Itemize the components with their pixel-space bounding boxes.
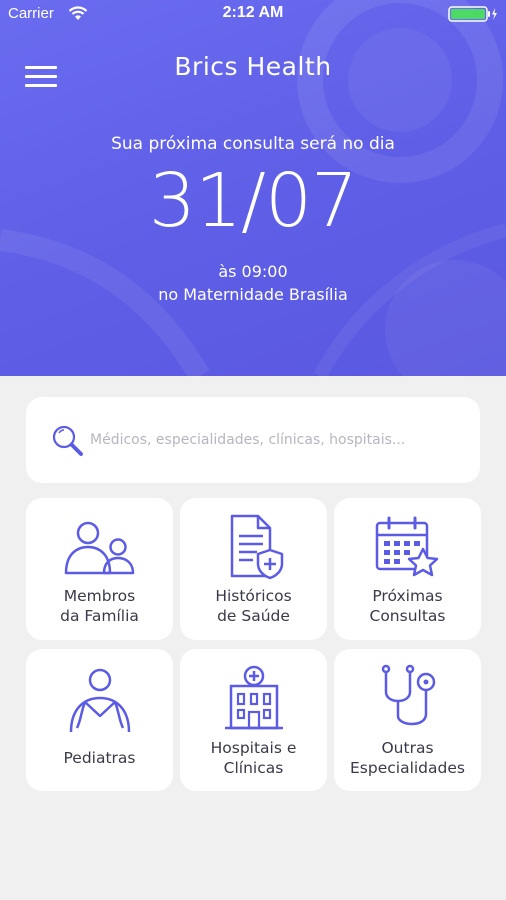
- app-title: Brics Health: [174, 52, 332, 81]
- next-appointment-place: no Maternidade Brasília: [158, 285, 348, 304]
- search-input[interactable]: [90, 425, 465, 455]
- family-icon: [64, 521, 134, 575]
- search-icon: [52, 425, 83, 456]
- tile-upcoming-appointments[interactable]: Próximas Consultas: [334, 498, 481, 640]
- tile-label: Membros da Família: [60, 587, 139, 625]
- tile-label: Outras Especialidades: [350, 739, 465, 777]
- pediatrician-icon: [69, 668, 130, 733]
- status-bar: Carrier 2:12 AM: [0, 0, 506, 28]
- clock: 2:12 AM: [222, 4, 284, 21]
- tile-other-specialties[interactable]: Outras Especialidades: [334, 649, 481, 791]
- battery-icon: [448, 6, 497, 22]
- health-records-icon: [230, 514, 283, 580]
- stethoscope-icon: [381, 664, 435, 726]
- appointment-banner: Carrier 2:12 AM Brics Health Sua próxima…: [0, 0, 506, 376]
- tile-label: Próximas Consultas: [369, 587, 446, 625]
- tile-hospitals-clinics[interactable]: Hospitais e Clínicas: [180, 649, 327, 791]
- next-appointment-time: às 09:00: [218, 262, 288, 281]
- tile-pediatricians[interactable]: Pediatras: [26, 649, 173, 791]
- next-appointment-label: Sua próxima consulta será no dia: [111, 134, 395, 154]
- tile-label: Hospitais e Clínicas: [210, 739, 297, 777]
- next-appointment-date: 31/07: [148, 158, 358, 244]
- hospital-icon: [224, 665, 283, 730]
- search-bar[interactable]: [26, 397, 480, 483]
- tile-label: Pediatras: [63, 749, 136, 767]
- tile-label: Históricos de Saúde: [215, 587, 292, 625]
- tile-family-members[interactable]: Membros da Família: [26, 498, 173, 640]
- tile-health-records[interactable]: Históricos de Saúde: [180, 498, 327, 640]
- calendar-star-icon: [375, 516, 438, 577]
